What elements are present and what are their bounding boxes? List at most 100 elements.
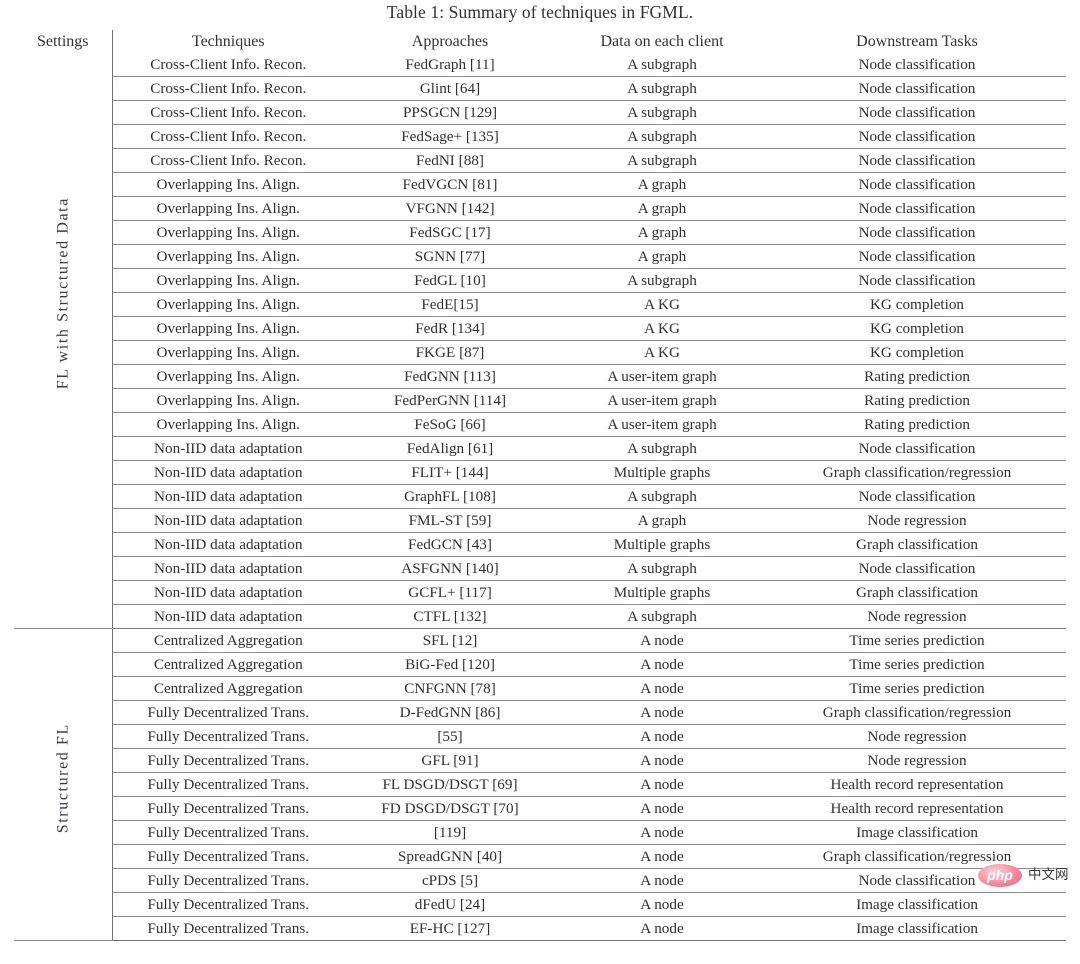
cell-task: Graph classification/regression <box>768 845 1066 869</box>
table-row: Overlapping Ins. Align.FedPerGNN [114]A … <box>14 389 1066 413</box>
cell-task: Node regression <box>768 749 1066 773</box>
cell-approach: ASFGNN [140] <box>344 557 556 581</box>
cell-approach: FedGL [10] <box>344 269 556 293</box>
cell-technique: Non-IID data adaptation <box>112 557 344 581</box>
table-row: Overlapping Ins. Align.FedR [134]A KGKG … <box>14 317 1066 341</box>
cell-approach: FedPerGNN [114] <box>344 389 556 413</box>
cell-task: Graph classification <box>768 533 1066 557</box>
cell-task: Node classification <box>768 125 1066 149</box>
cell-approach: BiG-Fed [120] <box>344 653 556 677</box>
table-row: Non-IID data adaptationGraphFL [108]A su… <box>14 485 1066 509</box>
cell-task: Node regression <box>768 605 1066 629</box>
cell-technique: Fully Decentralized Trans. <box>112 917 344 941</box>
cell-technique: Centralized Aggregation <box>112 653 344 677</box>
table-row: Overlapping Ins. Align.FedE[15]A KGKG co… <box>14 293 1066 317</box>
cell-data: A node <box>556 821 768 845</box>
cell-data: A subgraph <box>556 437 768 461</box>
cell-approach: FedGCN [43] <box>344 533 556 557</box>
table-row: Cross-Client Info. Recon.FedNI [88]A sub… <box>14 149 1066 173</box>
cell-task: Node classification <box>768 437 1066 461</box>
cell-technique: Cross-Client Info. Recon. <box>112 101 344 125</box>
table-row: Overlapping Ins. Align.VFGNN [142]A grap… <box>14 197 1066 221</box>
cell-task: Image classification <box>768 893 1066 917</box>
cell-technique: Fully Decentralized Trans. <box>112 845 344 869</box>
cell-technique: Overlapping Ins. Align. <box>112 317 344 341</box>
cell-technique: Non-IID data adaptation <box>112 605 344 629</box>
cell-data: Multiple graphs <box>556 533 768 557</box>
table-row: Overlapping Ins. Align.SGNN [77]A graphN… <box>14 245 1066 269</box>
table-row: Cross-Client Info. Recon.PPSGCN [129]A s… <box>14 101 1066 125</box>
cell-task: Time series prediction <box>768 629 1066 653</box>
cell-data: A subgraph <box>556 101 768 125</box>
cell-data: A node <box>556 893 768 917</box>
cell-data: A node <box>556 677 768 701</box>
column-header-techniques: Techniques <box>112 30 344 53</box>
cell-task: Time series prediction <box>768 677 1066 701</box>
cell-task: Node classification <box>768 149 1066 173</box>
cell-technique: Overlapping Ins. Align. <box>112 413 344 437</box>
cell-task: Rating prediction <box>768 389 1066 413</box>
cell-task: Health record representation <box>768 773 1066 797</box>
cell-technique: Fully Decentralized Trans. <box>112 773 344 797</box>
cell-task: Node classification <box>768 869 1066 893</box>
cell-data: A graph <box>556 173 768 197</box>
cell-technique: Overlapping Ins. Align. <box>112 389 344 413</box>
cell-data: A graph <box>556 221 768 245</box>
cell-approach: EF-HC [127] <box>344 917 556 941</box>
cell-approach: GFL [91] <box>344 749 556 773</box>
table-row: Centralized AggregationCNFGNN [78]A node… <box>14 677 1066 701</box>
cell-technique: Overlapping Ins. Align. <box>112 221 344 245</box>
cell-data: A subgraph <box>556 485 768 509</box>
cell-task: Node classification <box>768 485 1066 509</box>
cell-data: A KG <box>556 317 768 341</box>
group-label-cell: Structured FL <box>14 629 112 941</box>
cell-data: A user-item graph <box>556 389 768 413</box>
group-label: Structured FL <box>51 736 74 834</box>
cell-technique: Centralized Aggregation <box>112 677 344 701</box>
cell-task: Image classification <box>768 917 1066 941</box>
table-row: Overlapping Ins. Align.FKGE [87]A KGKG c… <box>14 341 1066 365</box>
cell-approach: CTFL [132] <box>344 605 556 629</box>
cell-technique: Non-IID data adaptation <box>112 533 344 557</box>
table-row: Fully Decentralized Trans.[119]A nodeIma… <box>14 821 1066 845</box>
cell-task: Node classification <box>768 53 1066 77</box>
table-row: Fully Decentralized Trans.cPDS [5]A node… <box>14 869 1066 893</box>
cell-approach: PPSGCN [129] <box>344 101 556 125</box>
cell-technique: Fully Decentralized Trans. <box>112 869 344 893</box>
cell-approach: GraphFL [108] <box>344 485 556 509</box>
cell-technique: Overlapping Ins. Align. <box>112 173 344 197</box>
cell-technique: Fully Decentralized Trans. <box>112 893 344 917</box>
cell-task: KG completion <box>768 317 1066 341</box>
cell-technique: Fully Decentralized Trans. <box>112 725 344 749</box>
cell-data: A node <box>556 629 768 653</box>
cell-approach: FedR [134] <box>344 317 556 341</box>
cell-approach: SFL [12] <box>344 629 556 653</box>
cell-task: Image classification <box>768 821 1066 845</box>
cell-data: A node <box>556 653 768 677</box>
table-foot <box>14 941 1066 964</box>
cell-data: A user-item graph <box>556 413 768 437</box>
cell-data: A graph <box>556 197 768 221</box>
group-label: FL with Structured Data <box>51 292 74 390</box>
cell-approach: FedGraph [11] <box>344 53 556 77</box>
cell-task: Graph classification/regression <box>768 701 1066 725</box>
table-row: FL with Structured DataCross-Client Info… <box>14 53 1066 77</box>
cell-technique: Non-IID data adaptation <box>112 485 344 509</box>
cell-approach: FLIT+ [144] <box>344 461 556 485</box>
cell-technique: Overlapping Ins. Align. <box>112 245 344 269</box>
cell-task: Node classification <box>768 221 1066 245</box>
cell-approach: FD DSGD/DSGT [70] <box>344 797 556 821</box>
table-row: Overlapping Ins. Align.FedGNN [113]A use… <box>14 365 1066 389</box>
cell-approach: FL DSGD/DSGT [69] <box>344 773 556 797</box>
cell-data: A graph <box>556 245 768 269</box>
cell-task: Health record representation <box>768 797 1066 821</box>
cell-task: Node regression <box>768 509 1066 533</box>
table-row: Non-IID data adaptationFedGCN [43]Multip… <box>14 533 1066 557</box>
table-row: Fully Decentralized Trans.EF-HC [127]A n… <box>14 917 1066 941</box>
cell-approach: [55] <box>344 725 556 749</box>
cell-data: A user-item graph <box>556 365 768 389</box>
cell-data: A node <box>556 725 768 749</box>
cell-technique: Non-IID data adaptation <box>112 437 344 461</box>
cell-data: A graph <box>556 509 768 533</box>
cell-technique: Cross-Client Info. Recon. <box>112 77 344 101</box>
